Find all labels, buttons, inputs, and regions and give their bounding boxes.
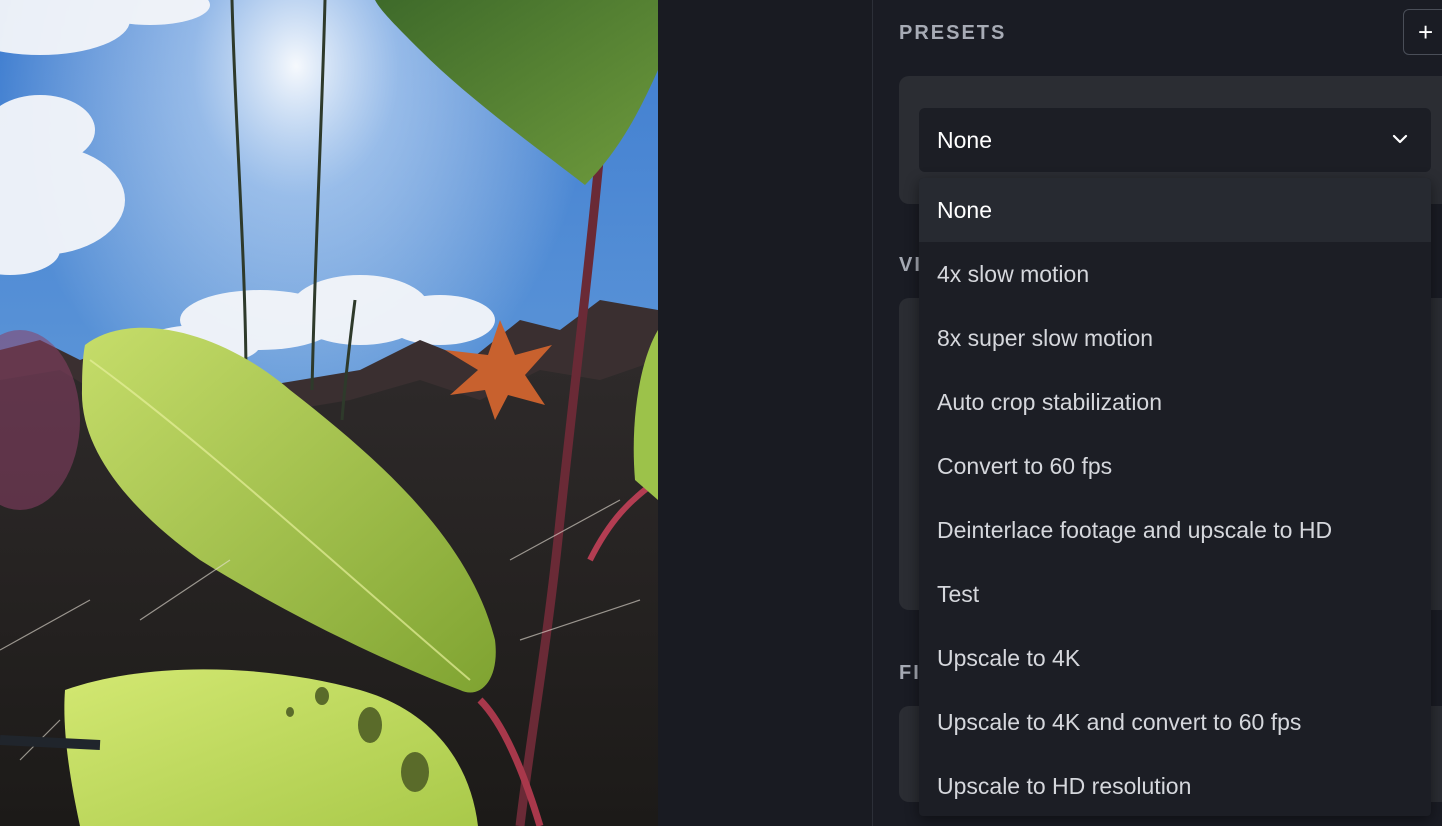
settings-panel: PRESETS + VI FI None None 4x slow motion… — [872, 0, 1442, 826]
chevron-down-icon — [1392, 134, 1408, 144]
preview-gutter — [658, 0, 872, 826]
preset-option-upscale-4k-60fps[interactable]: Upscale to 4K and convert to 60 fps — [919, 690, 1431, 754]
add-preset-button[interactable]: + — [1403, 9, 1442, 55]
filters-section-title: FI — [899, 662, 921, 684]
app-window: PRESETS + VI FI None None 4x slow motion… — [0, 0, 1442, 826]
preset-select-value: None — [937, 127, 992, 153]
preview-frame-image — [0, 0, 658, 826]
video-preview[interactable] — [0, 0, 658, 826]
preset-select[interactable]: None — [919, 108, 1431, 172]
preset-dropdown-menu: None 4x slow motion 8x super slow motion… — [919, 178, 1431, 816]
preset-option-upscale-hd[interactable]: Upscale to HD resolution — [919, 754, 1431, 816]
preset-option-none[interactable]: None — [919, 178, 1431, 242]
preset-option-4x-slow-motion[interactable]: 4x slow motion — [919, 242, 1431, 306]
presets-section-title: PRESETS — [899, 22, 1007, 44]
preset-option-auto-crop-stabilization[interactable]: Auto crop stabilization — [919, 370, 1431, 434]
preset-option-upscale-4k[interactable]: Upscale to 4K — [919, 626, 1431, 690]
preset-option-convert-60fps[interactable]: Convert to 60 fps — [919, 434, 1431, 498]
preset-option-deinterlace-upscale-hd[interactable]: Deinterlace footage and upscale to HD — [919, 498, 1431, 562]
plus-icon: + — [1418, 17, 1434, 47]
preset-option-test[interactable]: Test — [919, 562, 1431, 626]
preset-option-8x-super-slow-motion[interactable]: 8x super slow motion — [919, 306, 1431, 370]
